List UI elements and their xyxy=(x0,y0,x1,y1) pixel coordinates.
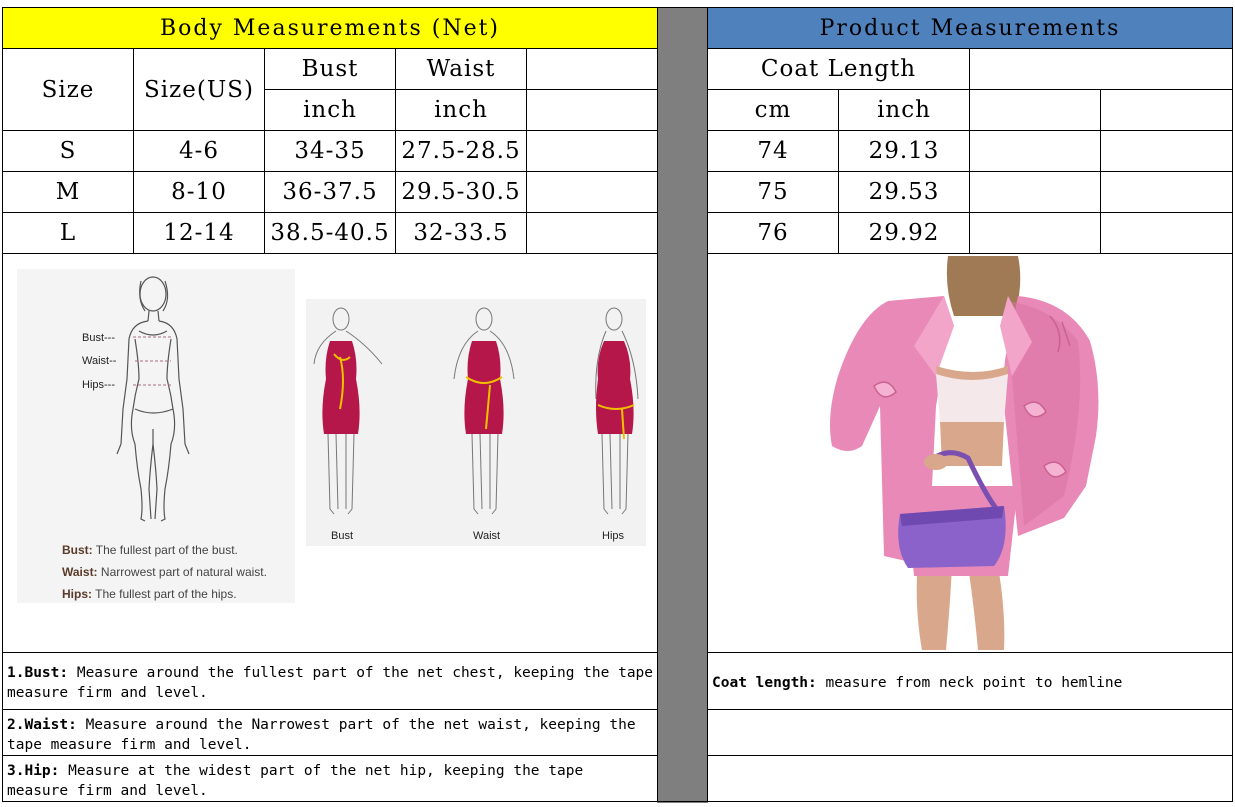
grid-line xyxy=(2,801,1233,802)
note-text: Measure around the Narrowest part of the… xyxy=(7,717,636,753)
note-term: 1.Bust: xyxy=(7,665,69,681)
cell-coat-inch: 29.92 xyxy=(868,220,940,246)
caption-waist: Waist xyxy=(473,530,501,542)
cell-coat-inch: 29.13 xyxy=(868,138,940,164)
grid-line xyxy=(707,652,1233,653)
col-header-size-us: Size(US) xyxy=(144,76,254,103)
note-hip: 3.Hip: Measure at the widest part of the… xyxy=(3,758,657,801)
cell-coat-cm: 76 xyxy=(757,220,789,246)
legend-hips: Hips: The fullest part of the hips. xyxy=(62,587,237,601)
dress-measure-icon xyxy=(313,307,639,515)
caption-bust: Bust xyxy=(331,530,354,542)
cell-size-us: 4-6 xyxy=(178,138,220,164)
grid-line xyxy=(707,709,1233,710)
col-header-coat-length: Coat Length xyxy=(760,56,917,82)
legend-text: Narrowest part of natural waist. xyxy=(100,565,267,579)
dress-measure-figure: Bust Waist Hips xyxy=(306,299,646,546)
cell-bust: 36-37.5 xyxy=(282,179,378,205)
legend-term: Bust: xyxy=(62,543,93,557)
cell-waist: 32-33.5 xyxy=(413,220,509,246)
grid-line xyxy=(2,652,658,653)
cell-coat-cm: 75 xyxy=(757,179,789,205)
legend-waist: Waist: Narrowest part of natural waist. xyxy=(62,565,267,579)
unit-cm: cm xyxy=(754,97,792,123)
product-measurements-title: Product Measurements xyxy=(819,15,1121,41)
col-header-waist: Waist xyxy=(426,56,496,82)
legend-bust: Bust: The fullest part of the bust. xyxy=(62,543,238,557)
note-text: Measure around the fullest part of the n… xyxy=(7,665,654,701)
cell-waist: 27.5-28.5 xyxy=(401,138,521,164)
grid-line xyxy=(526,48,527,254)
note-term: 2.Waist: xyxy=(7,717,77,733)
label-waist-line: Waist-- xyxy=(82,355,117,367)
grid-line xyxy=(1232,7,1233,802)
legend-term: Hips: xyxy=(62,587,92,601)
unit-waist-inch: inch xyxy=(434,97,488,123)
grid-line xyxy=(969,48,970,254)
note-bust: 1.Bust: Measure around the fullest part … xyxy=(3,660,657,709)
label-hips-line: Hips--- xyxy=(82,379,115,391)
col-header-size: Size xyxy=(41,76,95,103)
caption-hips: Hips xyxy=(602,530,625,542)
note-term: Coat length: xyxy=(712,675,817,691)
unit-bust-inch: inch xyxy=(303,97,357,123)
note-waist: 2.Waist: Measure around the Narrowest pa… xyxy=(3,712,657,755)
gray-separator-column xyxy=(657,8,708,803)
cell-waist: 29.5-30.5 xyxy=(401,179,521,205)
cell-bust: 34-35 xyxy=(294,138,366,164)
cell-size-us: 12-14 xyxy=(163,220,235,246)
cell-size: S xyxy=(59,138,77,164)
grid-line xyxy=(2,709,658,710)
grid-line xyxy=(657,7,658,802)
cell-bust: 38.5-40.5 xyxy=(270,220,390,246)
note-text: measure from neck point to hemline xyxy=(825,675,1123,691)
legend-text: The fullest part of the hips. xyxy=(95,587,237,601)
legend-text: The fullest part of the bust. xyxy=(95,543,238,557)
label-bust-line: Bust--- xyxy=(82,332,115,344)
note-coat-length: Coat length: measure from neck point to … xyxy=(708,670,1232,700)
pink-blazer-photo-icon xyxy=(830,256,1099,650)
body-measurements-title: Body Measurements (Net) xyxy=(159,15,501,41)
legend-term: Waist: xyxy=(62,565,98,579)
grid-line xyxy=(1100,89,1101,254)
grid-line xyxy=(2,253,658,254)
cell-coat-inch: 29.53 xyxy=(868,179,940,205)
product-photo xyxy=(818,256,1118,650)
cell-size-us: 8-10 xyxy=(171,179,227,205)
note-term: 3.Hip: xyxy=(7,763,60,779)
grid-line xyxy=(2,755,658,756)
grid-line xyxy=(707,755,1233,756)
body-outline-figure: Bust--- Waist-- Hips--- Bust: The fulles… xyxy=(17,269,295,603)
note-text: Measure at the widest part of the net hi… xyxy=(7,763,584,799)
unit-inch: inch xyxy=(877,97,931,123)
cell-size: L xyxy=(59,220,77,246)
cell-coat-cm: 74 xyxy=(757,138,789,164)
cell-size: M xyxy=(55,179,81,205)
col-header-bust: Bust xyxy=(301,56,359,82)
grid-line xyxy=(707,253,1233,254)
